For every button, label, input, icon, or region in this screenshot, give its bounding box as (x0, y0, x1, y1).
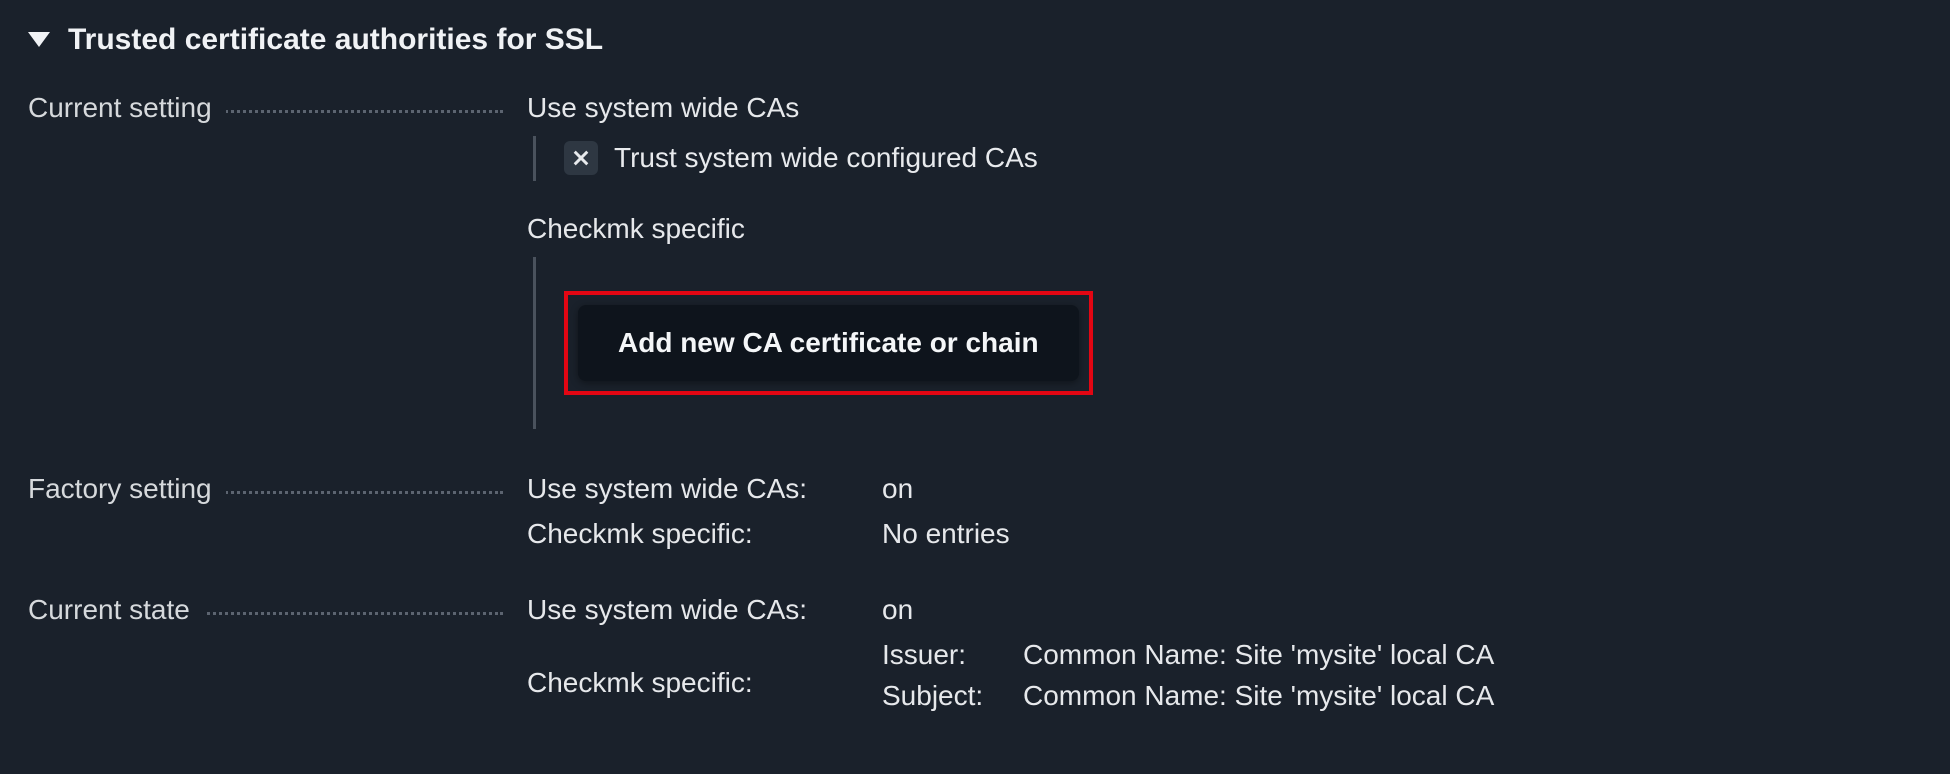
current-state-values: Use system wide CAs: on Checkmk specific… (527, 590, 1922, 716)
group-body-checkmk-specific: Add new CA certificate or chain (533, 257, 1922, 429)
row-factory-setting: Factory setting Use system wide CAs: on … (28, 469, 1922, 554)
factory-key-1: Checkmk specific: (527, 514, 872, 555)
factory-value-1: No entries (882, 514, 1922, 555)
cert-issuer-value: Common Name: Site 'mysite' local CA (1023, 635, 1922, 676)
add-ca-button[interactable]: Add new CA certificate or chain (578, 305, 1079, 381)
row-current-state: Current state Use system wide CAs: on Ch… (28, 590, 1922, 716)
label-current-setting: Current setting (28, 88, 226, 129)
label-current-state: Current state (28, 590, 204, 631)
factory-value-0: on (882, 469, 1922, 510)
row-current-setting: Current setting Use system wide CAs Trus… (28, 88, 1922, 434)
label-factory-setting: Factory setting (28, 469, 226, 510)
group-title-checkmk-specific: Checkmk specific (527, 209, 1922, 250)
group-title-system-wide: Use system wide CAs (527, 88, 1922, 129)
cert-issuer-label: Issuer: (882, 635, 1017, 676)
cert-subject-value: Common Name: Site 'mysite' local CA (1023, 676, 1922, 717)
add-ca-button-highlight: Add new CA certificate or chain (564, 291, 1093, 395)
chevron-down-icon (28, 32, 50, 47)
close-icon[interactable] (564, 141, 598, 175)
state-key-system-wide: Use system wide CAs: (527, 590, 872, 631)
state-key-checkmk-specific: Checkmk specific: (527, 635, 872, 716)
settings-panel: Trusted certificate authorities for SSL … (0, 0, 1950, 744)
state-value-checkmk-specific: Issuer: Common Name: Site 'mysite' local… (882, 635, 1922, 716)
state-value-system-wide: on (882, 590, 1922, 631)
section-header[interactable]: Trusted certificate authorities for SSL (28, 12, 1922, 84)
factory-setting-values: Use system wide CAs: on Checkmk specific… (527, 469, 1922, 554)
cert-details: Issuer: Common Name: Site 'mysite' local… (882, 635, 1922, 716)
group-body-system-wide: Trust system wide configured CAs (533, 136, 1922, 181)
factory-key-0: Use system wide CAs: (527, 469, 872, 510)
trust-system-wide-label: Trust system wide configured CAs (614, 138, 1038, 179)
section-title: Trusted certificate authorities for SSL (68, 18, 603, 62)
cert-subject-label: Subject: (882, 676, 1017, 717)
